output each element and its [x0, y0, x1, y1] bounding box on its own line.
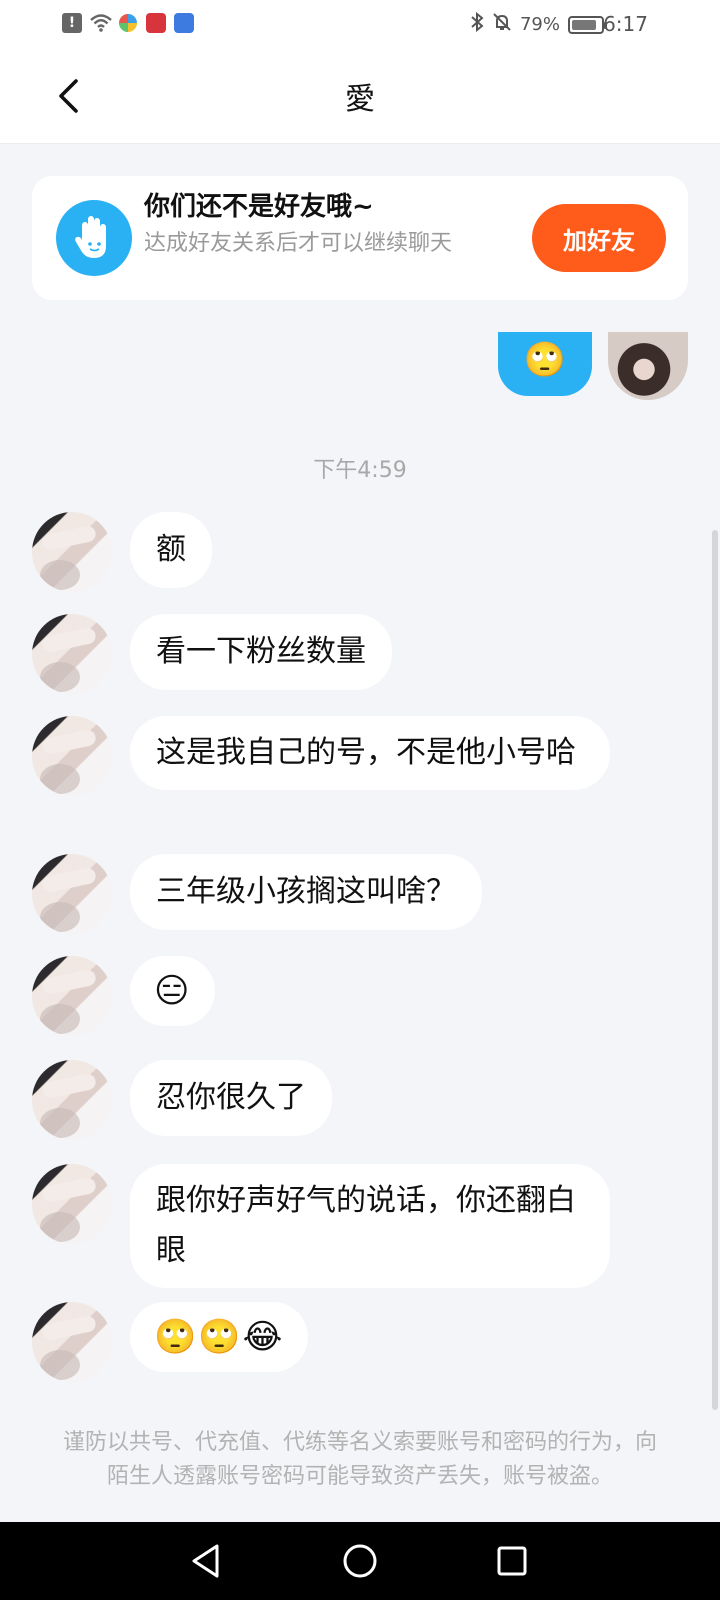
avatar[interactable]	[32, 1060, 112, 1140]
nav-home-button[interactable]	[335, 1536, 385, 1586]
chat-header: 愛	[0, 48, 720, 144]
avatar[interactable]	[32, 956, 112, 1036]
card-title: 你们还不是好友哦~	[144, 192, 374, 222]
message-bubble[interactable]: 三年级小孩搁这叫啥？	[130, 854, 482, 930]
avatar[interactable]	[32, 614, 112, 694]
recents-square-icon	[497, 1546, 527, 1576]
scrollbar[interactable]	[712, 530, 718, 1410]
avatar[interactable]	[32, 512, 112, 592]
mute-icon	[492, 12, 512, 37]
security-warning: 谨防以共号、代充值、代练等名义索要账号和密码的行为，向陌生人透露账号密码可能导致…	[62, 1430, 657, 1489]
home-circle-icon	[343, 1544, 377, 1578]
hand-wave-icon	[56, 200, 132, 276]
avatar[interactable]	[32, 1302, 112, 1382]
bluetooth-icon	[470, 11, 484, 37]
my-avatar[interactable]	[608, 332, 688, 400]
app-icon-blue	[174, 13, 194, 33]
battery-icon	[568, 15, 607, 34]
status-time: 6:17	[603, 12, 648, 36]
message-bubble[interactable]: 看一下粉丝数量	[130, 614, 392, 690]
status-right-icons: 79%	[470, 11, 607, 37]
battery-text: 79%	[519, 14, 560, 35]
message-bubble[interactable]: 跟你好声好气的说话，你还翻白眼	[130, 1164, 610, 1288]
not-friends-card: 你们还不是好友哦~ 达成好友关系后才可以继续聊天 加好友	[32, 176, 688, 300]
my-message-content: 🙄	[523, 340, 567, 380]
add-friend-button[interactable]: 加好友	[532, 204, 666, 272]
avatar[interactable]	[32, 716, 112, 796]
alert-icon: !	[62, 13, 82, 33]
status-bar: ! 79% 6:17	[0, 0, 720, 48]
message-bubble[interactable]: 这是我自己的号，不是他小号哈	[130, 716, 610, 790]
back-triangle-icon	[192, 1544, 219, 1578]
card-subtitle: 达成好友关系后才可以继续聊天	[144, 231, 453, 256]
status-left-icons: !	[62, 13, 194, 33]
app-icon-pinwheel	[118, 13, 138, 33]
app-icon-red	[146, 13, 166, 33]
nav-recents-button[interactable]	[487, 1536, 537, 1586]
wifi-icon	[90, 13, 112, 33]
message-bubble[interactable]: 额	[130, 512, 212, 588]
nav-back-button[interactable]	[181, 1536, 231, 1586]
time-divider: 下午4:59	[313, 458, 407, 483]
avatar[interactable]	[32, 854, 112, 934]
my-message-bubble[interactable]: 🙄	[498, 332, 592, 396]
message-bubble[interactable]: 🙄🙄😂	[130, 1302, 309, 1372]
avatar[interactable]	[32, 1164, 112, 1244]
message-bubble[interactable]: 😑	[130, 956, 216, 1026]
message-bubble[interactable]: 忍你很久了	[130, 1060, 332, 1136]
chat-title: 愛	[345, 82, 375, 117]
system-nav-bar	[0, 1522, 720, 1600]
